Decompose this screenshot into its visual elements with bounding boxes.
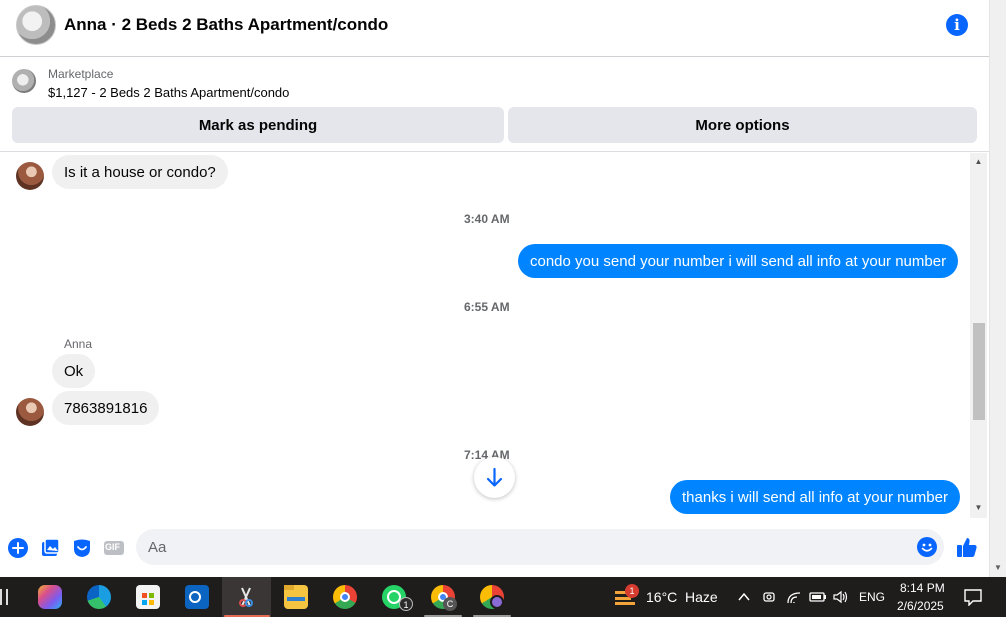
message-thread: Is it a house or condo? 3:40 AM condo yo… [0, 153, 989, 518]
scroll-down-arrow-icon[interactable]: ▼ [994, 563, 1002, 572]
listing-source: Marketplace [48, 67, 114, 81]
windows-taskbar: 1 C 1 16°C Haze ENG 8:14 PM 2/6/2025 [0, 577, 1006, 617]
emoji-icon[interactable] [916, 536, 938, 558]
volume-icon[interactable] [832, 589, 850, 605]
weather-alert-badge: 1 [625, 584, 639, 598]
jump-to-latest-button[interactable] [474, 457, 515, 498]
message-timestamp: 3:40 AM [464, 212, 510, 226]
listing-avatar[interactable] [16, 5, 56, 45]
message-input-placeholder: Aa [148, 539, 167, 556]
widgets-edge-icon[interactable] [0, 589, 8, 605]
message-input[interactable]: Aa [136, 529, 944, 565]
like-icon[interactable] [955, 535, 979, 559]
scroll-up-arrow-icon[interactable]: ▲ [970, 157, 987, 166]
outlook-icon[interactable] [185, 585, 209, 609]
message-composer: GIF Aa [0, 518, 989, 577]
scroll-down-arrow-icon[interactable]: ▼ [970, 503, 987, 512]
snipping-tool-icon[interactable] [234, 585, 258, 609]
battery-icon[interactable] [809, 589, 827, 605]
edge-icon[interactable] [87, 585, 111, 609]
chrome-profile-2-icon[interactable] [480, 585, 504, 609]
input-language[interactable]: ENG [859, 590, 885, 604]
more-options-button[interactable]: More options [508, 107, 977, 143]
weather-description[interactable]: Haze [685, 589, 718, 605]
wifi-icon[interactable] [786, 589, 802, 605]
chrome-icon[interactable] [333, 585, 357, 609]
message-outgoing[interactable]: condo you send your number i will send a… [518, 244, 959, 278]
listing-thumbnail[interactable] [12, 69, 36, 93]
camera-icon[interactable] [762, 589, 776, 605]
sticker-icon[interactable] [71, 537, 93, 559]
chat-header: Anna · 2 Beds 2 Baths Apartment/condo i [0, 0, 989, 57]
chevron-up-icon[interactable] [737, 590, 751, 604]
marketplace-listing-bar: Marketplace $1,127 - 2 Beds 2 Baths Apar… [0, 58, 989, 152]
thread-scrollbar[interactable]: ▲ ▼ [970, 153, 987, 518]
photo-icon[interactable] [39, 537, 61, 559]
message-incoming[interactable]: Ok [52, 354, 96, 388]
message-incoming[interactable]: 7863891816 [52, 391, 160, 425]
sender-name: Anna [64, 337, 93, 351]
info-icon[interactable]: i [946, 14, 968, 36]
listing-title[interactable]: $1,127 - 2 Beds 2 Baths Apartment/condo [48, 85, 289, 100]
conversation-title[interactable]: Anna · 2 Beds 2 Baths Apartment/condo [64, 15, 388, 35]
clock-time[interactable]: 8:14 PM [900, 581, 945, 595]
message-timestamp: 6:55 AM [464, 300, 510, 314]
clock-date[interactable]: 2/6/2025 [897, 599, 944, 613]
microsoft-store-icon[interactable] [136, 585, 160, 609]
window-scrollbar[interactable]: ▼ [989, 0, 1006, 577]
sender-avatar[interactable] [16, 162, 44, 190]
notifications-icon[interactable] [963, 588, 983, 606]
chrome-profile-badge: C [443, 597, 457, 611]
scrollbar-thumb[interactable] [973, 323, 985, 420]
copilot-icon[interactable] [38, 585, 62, 609]
message-incoming[interactable]: Is it a house or condo? [52, 155, 228, 189]
gif-label: GIF [105, 542, 120, 552]
arrow-down-icon [486, 467, 503, 487]
message-outgoing[interactable]: thanks i will send all info at your numb… [670, 480, 960, 514]
add-icon[interactable] [7, 537, 29, 559]
mark-as-pending-button[interactable]: Mark as pending [12, 107, 504, 143]
weather-temperature[interactable]: 16°C [646, 589, 677, 605]
file-explorer-icon[interactable] [284, 585, 308, 609]
sender-avatar[interactable] [16, 398, 44, 426]
whatsapp-badge: 1 [399, 597, 413, 611]
